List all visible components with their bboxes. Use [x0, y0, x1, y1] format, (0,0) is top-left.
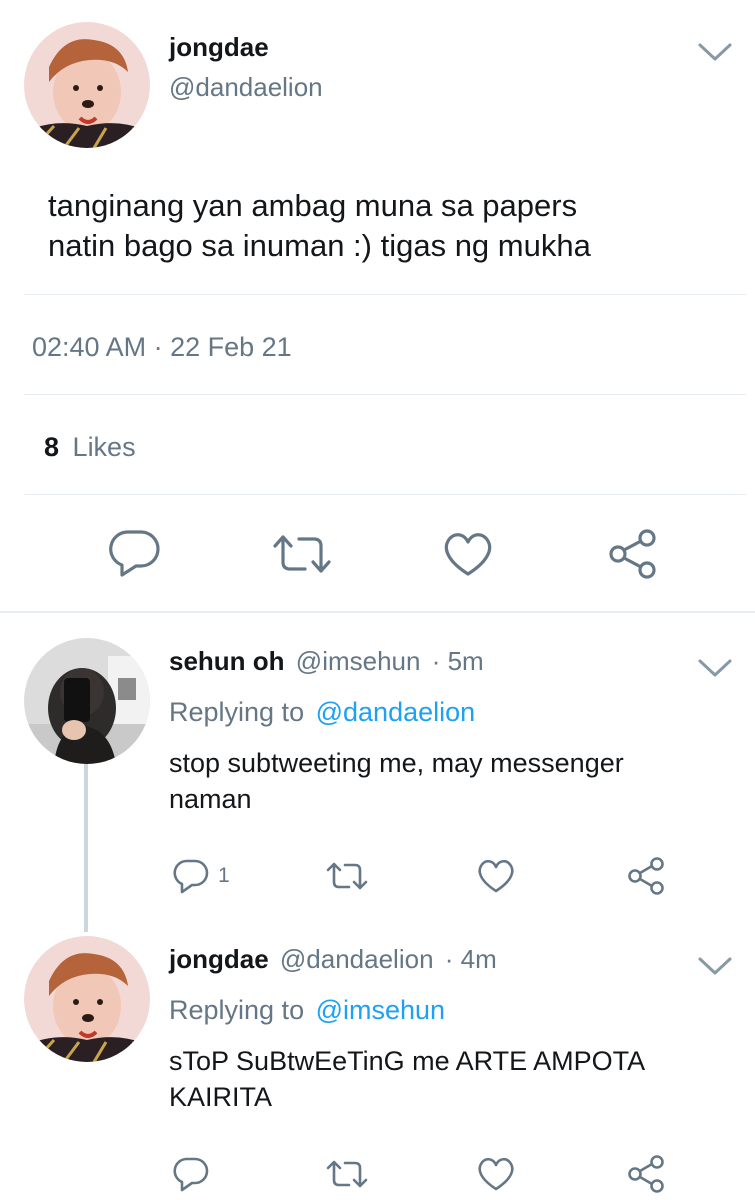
tweet-text-line: tanginang yan ambag muna sa papers — [48, 188, 578, 223]
reply-text-line: naman — [169, 784, 252, 814]
share-button[interactable] — [626, 856, 666, 896]
reply-time[interactable]: · 4m — [445, 944, 497, 974]
user-handle[interactable]: @dandaelion — [280, 944, 434, 974]
thread-line — [84, 764, 88, 932]
avatar[interactable] — [24, 638, 150, 764]
like-button[interactable] — [442, 530, 494, 578]
like-icon — [444, 533, 492, 576]
display-name[interactable]: jongdae — [169, 944, 269, 974]
reply-time[interactable]: · 5m — [432, 646, 484, 676]
likes-summary[interactable]: 8 Likes — [44, 431, 136, 463]
likes-label: Likes — [72, 432, 136, 462]
divider — [24, 294, 746, 295]
replying-to-label: Replying to — [169, 697, 305, 727]
chevron-down-icon[interactable] — [696, 40, 734, 64]
share-icon — [628, 1155, 664, 1193]
divider — [24, 394, 746, 395]
reply-button[interactable]: 1 — [172, 858, 230, 894]
chevron-down-icon[interactable] — [696, 656, 734, 680]
chevron-down-icon[interactable] — [696, 954, 734, 978]
divider — [0, 611, 755, 613]
reply-text-line: stop subtweeting me, may messenger — [169, 748, 624, 778]
reply-text: stop subtweeting me, may messenger naman — [169, 745, 624, 817]
tweet-text: tanginang yan ambag muna sa papers natin… — [48, 186, 591, 266]
replying-to-handle[interactable]: @imsehun — [316, 995, 445, 1025]
reply-header: jongdae @dandaelion · 4m — [169, 943, 497, 975]
tweet-timestamp[interactable]: 02:40 AM · 22 Feb 21 — [32, 331, 292, 363]
share-button[interactable] — [626, 1154, 666, 1194]
like-icon — [478, 859, 514, 893]
replying-to: Replying to @dandaelion — [169, 696, 475, 728]
tweet-text-line: natin bago sa inuman :) tigas ng mukha — [48, 228, 591, 263]
replying-to-label: Replying to — [169, 995, 305, 1025]
display-name[interactable]: jongdae — [169, 32, 269, 62]
reply-icon — [173, 1157, 209, 1192]
share-icon — [628, 857, 664, 895]
reply-icon — [173, 859, 209, 894]
reply-text-line: sToP SuBtwEeTinG me ARTE AMPOTA — [169, 1046, 646, 1076]
user-handle[interactable]: @dandaelion — [169, 72, 323, 102]
retweet-icon — [326, 1160, 368, 1188]
reply-button[interactable] — [172, 1156, 210, 1192]
display-name[interactable]: sehun oh — [169, 646, 285, 676]
replying-to-handle[interactable]: @dandaelion — [316, 697, 476, 727]
like-icon — [478, 1157, 514, 1191]
avatar[interactable] — [24, 22, 150, 148]
reply-count: 1 — [218, 864, 230, 887]
retweet-button[interactable] — [271, 532, 333, 576]
reply-icon — [109, 530, 160, 577]
retweet-icon — [326, 862, 368, 890]
retweet-button[interactable] — [325, 860, 369, 892]
retweet-button[interactable] — [325, 1158, 369, 1190]
reply-text-line: KAIRITA — [169, 1082, 273, 1112]
avatar[interactable] — [24, 936, 150, 1062]
share-button[interactable] — [607, 528, 659, 580]
user-handle[interactable]: @imsehun — [296, 646, 421, 676]
divider — [24, 494, 746, 495]
reply-header: sehun oh @imsehun · 5m — [169, 645, 484, 677]
reply-button[interactable] — [108, 528, 162, 578]
reply-text: sToP SuBtwEeTinG me ARTE AMPOTA KAIRITA — [169, 1043, 645, 1115]
like-button[interactable] — [476, 1156, 516, 1192]
like-button[interactable] — [476, 858, 516, 894]
share-icon — [609, 529, 656, 579]
retweet-icon — [273, 535, 331, 573]
replying-to: Replying to @imsehun — [169, 994, 445, 1026]
likes-count: 8 — [44, 432, 60, 462]
